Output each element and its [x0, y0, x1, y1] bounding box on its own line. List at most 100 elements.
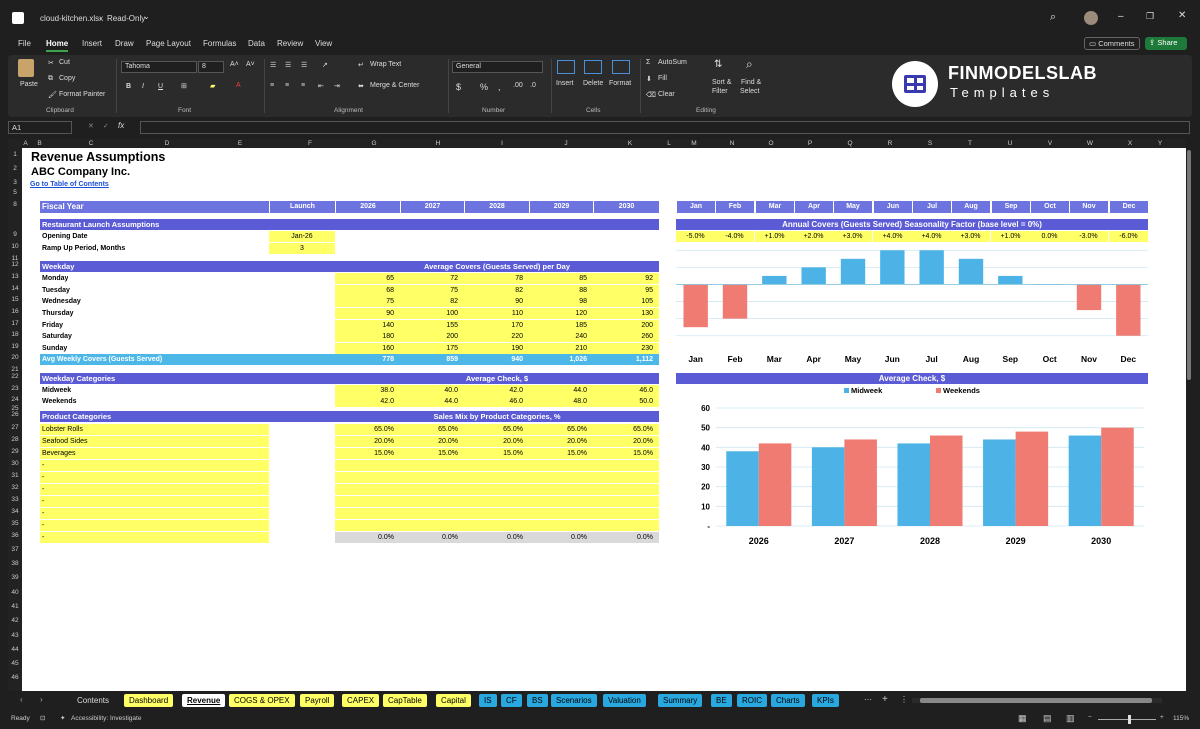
paste-button[interactable]: Paste	[20, 81, 38, 88]
tab-cogs-opex[interactable]: COGS & OPEX	[229, 694, 295, 707]
covers-cell[interactable]: 120	[529, 308, 593, 319]
column-header-t[interactable]: T	[950, 139, 990, 148]
tab-scenarios[interactable]: Scenarios	[551, 694, 597, 707]
minimize-icon[interactable]: –	[1118, 11, 1124, 22]
seasonality-factor-cell[interactable]: +3.0%	[833, 231, 872, 242]
row-header-1[interactable]: 1	[8, 151, 22, 158]
row-header-35[interactable]: 35	[8, 520, 22, 527]
underline-icon[interactable]: U	[158, 83, 163, 90]
covers-cell[interactable]: 110	[464, 308, 529, 319]
tab-scroll-right-icon[interactable]: ›	[40, 695, 43, 704]
covers-cell[interactable]: 230	[593, 343, 659, 354]
font-name-select[interactable]: Tahoma	[121, 61, 197, 73]
sales-mix-cell[interactable]: 0.0%	[593, 532, 659, 543]
seasonality-factor-cell[interactable]: -6.0%	[1109, 231, 1148, 242]
row-header-15[interactable]: 15	[8, 296, 22, 303]
scroll-thumb[interactable]	[920, 698, 1152, 703]
covers-cell[interactable]: 220	[464, 331, 529, 342]
horizontal-scrollbar[interactable]	[912, 698, 1162, 703]
merge-center-button[interactable]: Merge & Center	[370, 82, 419, 89]
covers-cell[interactable]: 200	[400, 331, 464, 342]
row-header-38[interactable]: 38	[8, 560, 22, 567]
covers-cell[interactable]: 140	[335, 320, 400, 331]
opening-date-cell[interactable]: Jan-26	[269, 231, 335, 242]
seasonality-factor-cell[interactable]: +4.0%	[873, 231, 912, 242]
restore-icon[interactable]: ❐	[1146, 11, 1154, 22]
sales-mix-cell[interactable]	[464, 496, 529, 507]
row-header-5[interactable]: 5	[8, 189, 22, 196]
sales-mix-cell[interactable]	[464, 508, 529, 519]
seasonality-factor-cell[interactable]: 0.0%	[1030, 231, 1069, 242]
covers-cell[interactable]: 68	[335, 285, 400, 296]
covers-cell[interactable]: 72	[400, 273, 464, 284]
sales-mix-cell[interactable]	[400, 472, 464, 483]
scroll-thumb[interactable]	[1187, 150, 1191, 380]
avg-check-cell[interactable]: 44.0	[529, 385, 593, 396]
seasonality-factor-cell[interactable]: +1.0%	[991, 231, 1030, 242]
sales-mix-cell[interactable]: 65.0%	[400, 424, 464, 435]
column-header-q[interactable]: Q	[830, 139, 870, 148]
product-name-cell[interactable]: -	[40, 508, 269, 519]
tab-cf[interactable]: CF	[501, 694, 522, 707]
fill-color-icon[interactable]: ▰	[210, 82, 215, 90]
covers-cell[interactable]: 185	[529, 320, 593, 331]
seasonality-factor-cell[interactable]: +3.0%	[951, 231, 990, 242]
name-box[interactable]: A1	[8, 121, 72, 134]
sales-mix-cell[interactable]	[593, 508, 659, 519]
sales-mix-cell[interactable]: 0.0%	[529, 532, 593, 543]
sales-mix-cell[interactable]: 0.0%	[464, 532, 529, 543]
insert-cells-button[interactable]: Insert	[556, 80, 574, 87]
row-header-39[interactable]: 39	[8, 574, 22, 581]
tab-bs[interactable]: BS	[527, 694, 548, 707]
tab-valuation[interactable]: Valuation	[603, 694, 646, 707]
seasonality-factor-cell[interactable]: -5.0%	[676, 231, 715, 242]
row-header-34[interactable]: 34	[8, 508, 22, 515]
avg-check-cell[interactable]: 46.0	[464, 396, 529, 407]
row-header-36[interactable]: 36	[8, 532, 22, 539]
row-header-30[interactable]: 30	[8, 460, 22, 467]
covers-cell[interactable]: 210	[529, 343, 593, 354]
sales-mix-cell[interactable]: 0.0%	[335, 532, 400, 543]
column-header-o[interactable]: O	[752, 139, 790, 148]
row-header-21[interactable]: 21	[8, 366, 22, 373]
borders-icon[interactable]: ⊞	[181, 82, 187, 90]
sales-mix-cell[interactable]: 15.0%	[464, 448, 529, 459]
menu-review[interactable]: Review	[277, 39, 303, 48]
menu-data[interactable]: Data	[248, 39, 265, 48]
row-header-17[interactable]: 17	[8, 320, 22, 327]
column-header-j[interactable]: J	[534, 139, 598, 148]
menu-page-layout[interactable]: Page Layout	[146, 39, 191, 48]
column-header-g[interactable]: G	[342, 139, 406, 148]
sales-mix-cell[interactable]	[464, 520, 529, 531]
seasonality-factor-cell[interactable]: -3.0%	[1069, 231, 1108, 242]
percent-icon[interactable]: %	[480, 82, 488, 92]
covers-cell[interactable]: 105	[593, 296, 659, 307]
more-tabs-icon[interactable]: ⋯	[864, 695, 872, 704]
menu-home[interactable]: Home	[46, 39, 69, 52]
normal-view-icon[interactable]: ▦	[1018, 713, 1027, 724]
sales-mix-cell[interactable]	[335, 508, 400, 519]
sales-mix-cell[interactable]	[593, 484, 659, 495]
covers-cell[interactable]: 160	[335, 343, 400, 354]
column-header-w[interactable]: W	[1070, 139, 1110, 148]
covers-cell[interactable]: 98	[529, 296, 593, 307]
sales-mix-cell[interactable]	[529, 460, 593, 471]
sales-mix-cell[interactable]	[400, 520, 464, 531]
comments-button[interactable]: ▭ Comments	[1084, 37, 1140, 50]
row-header-45[interactable]: 45	[8, 660, 22, 667]
seasonality-factor-cell[interactable]: -4.0%	[715, 231, 754, 242]
column-header-v[interactable]: V	[1030, 139, 1070, 148]
covers-cell[interactable]: 130	[593, 308, 659, 319]
menu-file[interactable]: File	[18, 39, 31, 48]
paste-icon[interactable]	[18, 59, 34, 77]
tab-summary[interactable]: Summary	[658, 694, 703, 707]
column-header-a[interactable]: A	[22, 139, 29, 148]
tab-kpis[interactable]: KPIs	[812, 694, 839, 707]
indent-icon[interactable]: ⇤	[318, 82, 324, 90]
ramp-cell[interactable]: 3	[269, 243, 335, 254]
sales-mix-cell[interactable]	[335, 460, 400, 471]
tab-payroll[interactable]: Payroll	[300, 694, 335, 707]
avg-check-cell[interactable]: 40.0	[400, 385, 464, 396]
column-header-l[interactable]: L	[662, 139, 676, 148]
covers-cell[interactable]: 82	[400, 296, 464, 307]
